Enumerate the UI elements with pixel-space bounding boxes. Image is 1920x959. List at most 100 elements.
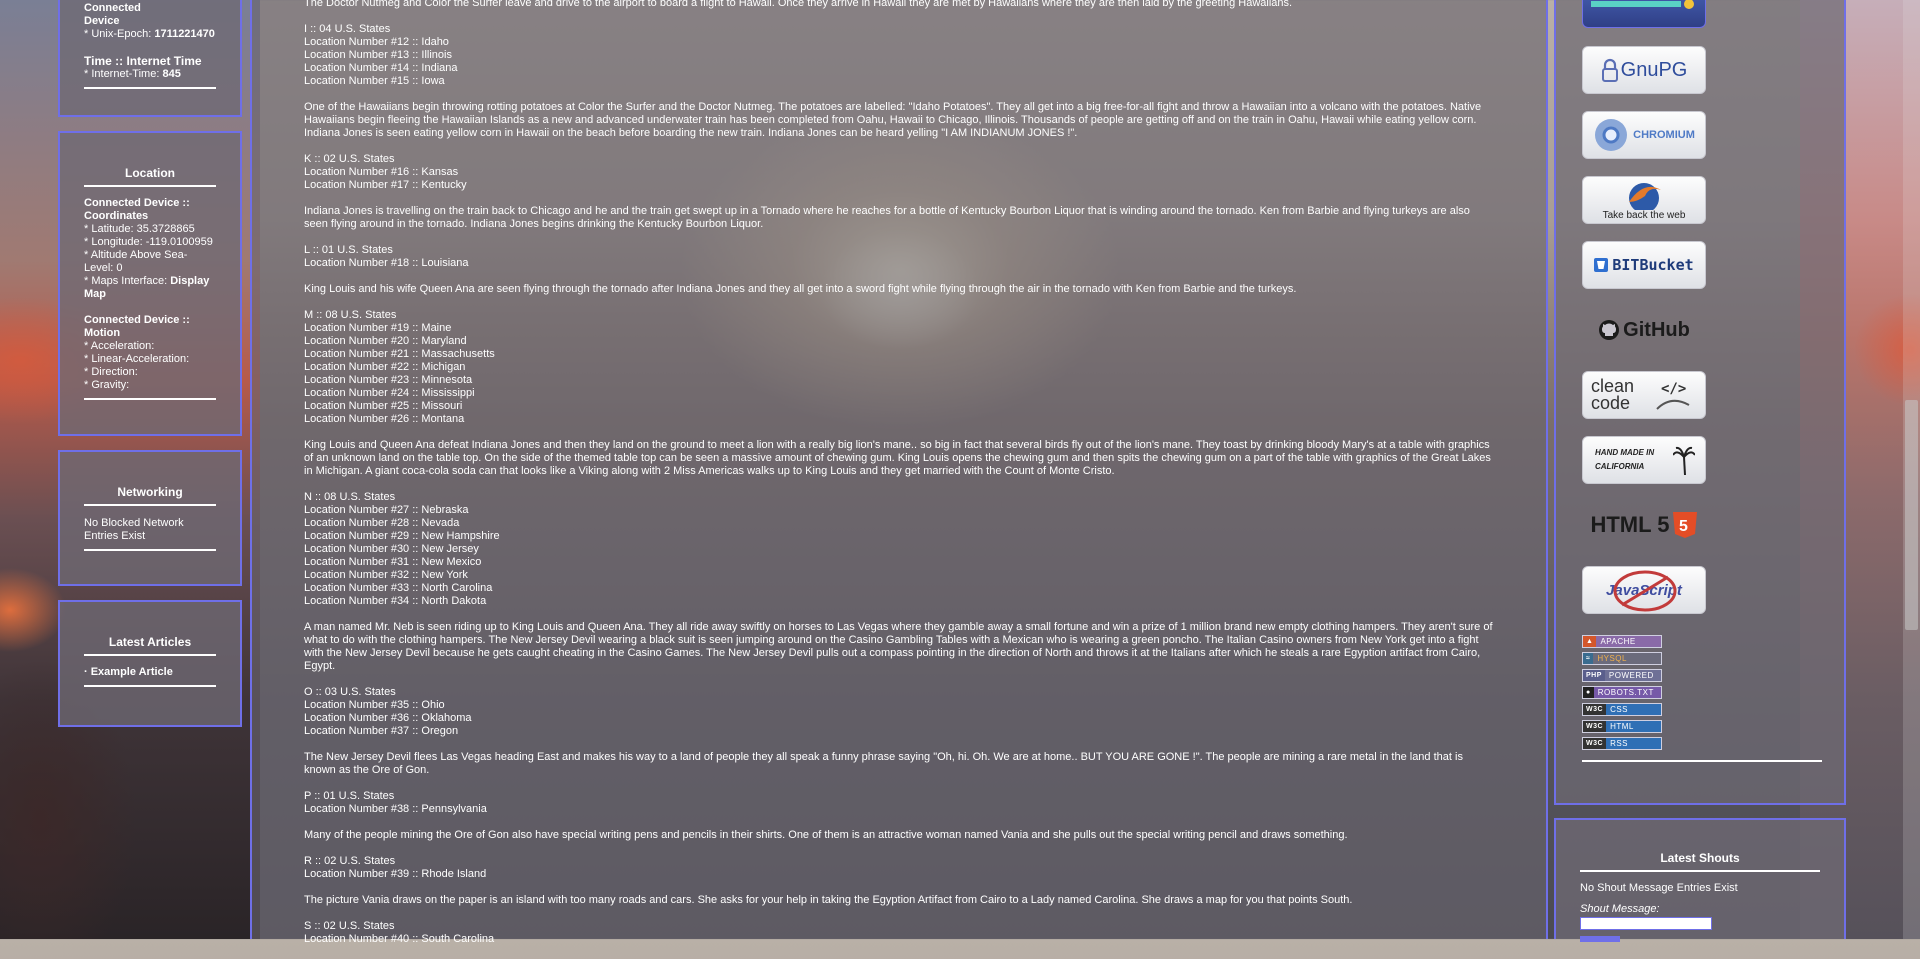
firefox-icon bbox=[1629, 183, 1661, 210]
section-k: K :: 02 U.S. States Location Number #16 … bbox=[304, 153, 1494, 192]
time-box: Connected Device * Unix-Epoch: 171122147… bbox=[58, 0, 242, 117]
linear-acceleration: * Linear-Acceleration: bbox=[84, 353, 190, 365]
altitude: * Altitude Above Sea-Level: 0 bbox=[84, 249, 188, 274]
badges-panel: GnuPG CHROMIUM Take back the web BITBuck… bbox=[1554, 0, 1846, 805]
w3c-css-tag: W3C bbox=[1583, 704, 1607, 715]
motion-heading: Connected Device :: Motion bbox=[84, 314, 190, 339]
intro-paragraph: The Doctor Nutmeg and Color the Surfer l… bbox=[304, 0, 1293, 9]
location-line: Location Number #33 :: North Carolina bbox=[304, 582, 493, 594]
location-line: Location Number #32 :: New York bbox=[304, 569, 468, 581]
gnupg-badge[interactable]: GnuPG bbox=[1582, 46, 1706, 94]
section-heading: R :: 02 U.S. States bbox=[304, 855, 396, 867]
location-line: Location Number #23 :: Minnesota bbox=[304, 374, 473, 386]
story-paragraph: Indiana Jones is travelling on the train… bbox=[304, 205, 1470, 230]
maps-label: * Maps Interface: bbox=[84, 275, 168, 287]
firefox-badge[interactable]: Take back the web bbox=[1582, 176, 1706, 224]
chromium-icon bbox=[1595, 119, 1628, 151]
shouts-empty-text: No Shout Message Entries Exist bbox=[1580, 882, 1738, 894]
articles-box: Latest Articles · Example Article bbox=[58, 600, 242, 727]
longitude: * Longitude: -119.0100959 bbox=[84, 236, 213, 248]
github-badge[interactable]: GitHub bbox=[1582, 306, 1706, 354]
no-symbol-icon bbox=[1613, 570, 1677, 612]
clean-code-badge[interactable]: clean code </> bbox=[1582, 371, 1706, 419]
location-line: Location Number #25 :: Missouri bbox=[304, 400, 463, 412]
section-n: N :: 08 U.S. States Location Number #27 … bbox=[304, 491, 1494, 608]
chromium-label: CHROMIUM bbox=[1633, 129, 1695, 141]
gnupg-label: GnuPG bbox=[1620, 58, 1688, 81]
robot-icon: ● bbox=[1583, 687, 1594, 698]
scrollbar-thumb[interactable] bbox=[1905, 400, 1918, 630]
hand-made-label: HAND MADE IN CALIFORNIA bbox=[1595, 448, 1655, 471]
html5-badge[interactable]: HTML 5 5 bbox=[1582, 501, 1706, 549]
networking-text: No Blocked Network Entries Exist bbox=[84, 517, 184, 542]
location-line: Location Number #26 :: Montana bbox=[304, 413, 465, 425]
section-s: S :: 02 U.S. States Location Number #40 … bbox=[304, 920, 1494, 946]
location-line: Location Number #18 :: Louisiana bbox=[304, 257, 469, 269]
location-line: Location Number #39 :: Rhode Island bbox=[304, 868, 487, 880]
robots-label: ROBOTS.TXT bbox=[1597, 688, 1654, 697]
section-i: I :: 04 U.S. States Location Number #12 … bbox=[304, 23, 1494, 88]
w3c-css-mini-badge[interactable]: W3C CSS bbox=[1582, 703, 1662, 716]
location-line: Location Number #16 :: Kansas bbox=[304, 166, 459, 178]
location-line: Location Number #37 :: Oregon bbox=[304, 725, 459, 737]
section-heading: P :: 01 U.S. States bbox=[304, 790, 395, 802]
mysql-dolphin-icon: ≈ bbox=[1583, 653, 1594, 664]
location-line: Location Number #27 :: Nebraska bbox=[304, 504, 469, 516]
apache-feather-icon: ▲ bbox=[1583, 636, 1597, 647]
location-line: Location Number #36 :: Oklahoma bbox=[304, 712, 472, 724]
section-heading: I :: 04 U.S. States bbox=[304, 23, 391, 35]
lock-icon bbox=[1601, 58, 1618, 82]
hand-made-badge[interactable]: HAND MADE IN CALIFORNIA bbox=[1582, 436, 1706, 484]
php-mini-badge[interactable]: PHP POWERED bbox=[1582, 669, 1662, 682]
firefox-label: Take back the web bbox=[1602, 210, 1686, 221]
location-line: Location Number #40 :: South Carolina bbox=[304, 933, 495, 945]
mysql-label: HYSQL bbox=[1597, 654, 1627, 663]
section-heading: S :: 02 U.S. States bbox=[304, 920, 395, 932]
page-scrollbar[interactable] bbox=[1903, 0, 1920, 939]
shout-submit-button[interactable] bbox=[1580, 936, 1620, 942]
clean-code-tag-icon: </> bbox=[1656, 381, 1690, 410]
shouts-box: Latest Shouts No Shout Message Entries E… bbox=[1554, 818, 1846, 942]
section-heading: O :: 03 U.S. States bbox=[304, 686, 396, 698]
php-tag: PHP bbox=[1583, 670, 1605, 681]
divider bbox=[84, 549, 216, 551]
w3c-rss-mini-badge[interactable]: W3C RSS bbox=[1582, 737, 1662, 750]
location-line: Location Number #34 :: North Dakota bbox=[304, 595, 487, 607]
story-paragraph: The New Jersey Devil flees Las Vegas hea… bbox=[304, 751, 1463, 776]
shout-message-input[interactable] bbox=[1580, 917, 1712, 930]
location-line: Location Number #29 :: New Hampshire bbox=[304, 530, 500, 542]
unix-epoch-value: 1711221470 bbox=[154, 28, 215, 40]
location-line: Location Number #38 :: Pennsylvania bbox=[304, 803, 487, 815]
internet-time-title: Time :: Internet Time bbox=[84, 54, 202, 68]
svg-text:</>: </> bbox=[1661, 381, 1686, 397]
unix-epoch-row: * Unix-Epoch: 1711221470 bbox=[84, 28, 216, 41]
main-content-panel: The Doctor Nutmeg and Color the Surfer l… bbox=[250, 0, 1548, 945]
article-link[interactable]: · Example Article bbox=[84, 666, 216, 679]
divider bbox=[84, 685, 216, 687]
apache-mini-badge[interactable]: ▲ APACHE bbox=[1582, 635, 1662, 648]
robots-mini-badge[interactable]: ● ROBOTS.TXT bbox=[1582, 686, 1662, 699]
apache-label: APACHE bbox=[1600, 637, 1636, 646]
chromium-badge[interactable]: CHROMIUM bbox=[1582, 111, 1706, 159]
section-heading: M :: 08 U.S. States bbox=[304, 309, 397, 321]
networking-box: Networking No Blocked Network Entries Ex… bbox=[58, 450, 242, 586]
location-line: Location Number #22 :: Michigan bbox=[304, 361, 466, 373]
w3c-css-label: CSS bbox=[1610, 705, 1629, 714]
bitbucket-badge[interactable]: BITBucket bbox=[1582, 241, 1706, 289]
story-paragraph: Many of the people mining the Ore of Gon… bbox=[304, 829, 1348, 841]
device-heading: Device bbox=[84, 15, 120, 27]
location-line: Location Number #14 :: Indiana bbox=[304, 62, 458, 74]
location-line: Location Number #35 :: Ohio bbox=[304, 699, 445, 711]
javascript-badge[interactable]: JavaScript bbox=[1582, 566, 1706, 614]
location-line: Location Number #30 :: New Jersey bbox=[304, 543, 479, 555]
bitbucket-label: BITBucket bbox=[1612, 256, 1694, 274]
mysql-mini-badge[interactable]: ≈ HYSQL bbox=[1582, 652, 1662, 665]
location-line: Location Number #21 :: Massachusetts bbox=[304, 348, 495, 360]
divider bbox=[84, 398, 216, 400]
w3c-html-label: HTML bbox=[1610, 722, 1634, 731]
shouts-title: Latest Shouts bbox=[1580, 852, 1820, 872]
section-l: L :: 01 U.S. States Location Number #18 … bbox=[304, 244, 1494, 270]
top-partial-badge[interactable] bbox=[1582, 0, 1706, 28]
unix-epoch-label: * Unix-Epoch: bbox=[84, 28, 152, 40]
w3c-html-mini-badge[interactable]: W3C HTML bbox=[1582, 720, 1662, 733]
